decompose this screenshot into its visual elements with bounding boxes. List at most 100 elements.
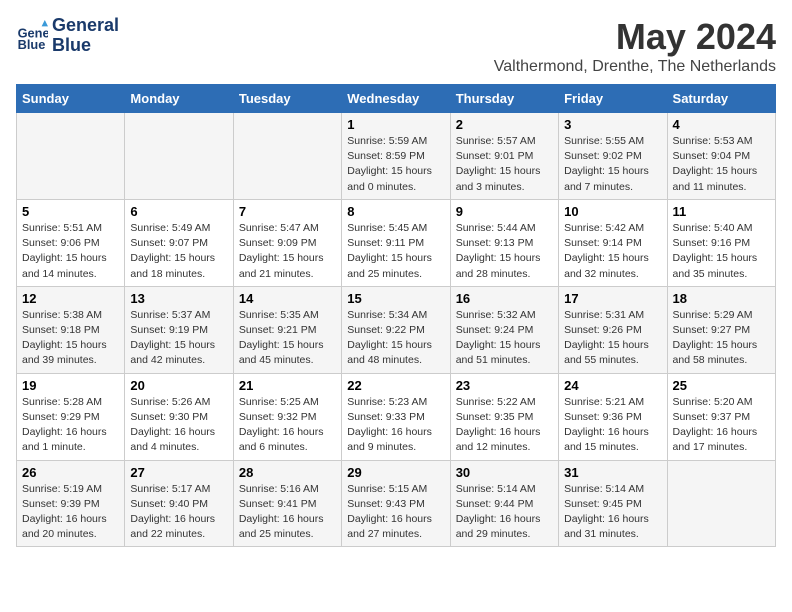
calendar-cell: 13 Sunrise: 5:37 AM Sunset: 9:19 PM Dayli… bbox=[125, 286, 233, 373]
day-number: 6 bbox=[130, 204, 227, 219]
day-info: Sunrise: 5:28 AM Sunset: 9:29 PM Dayligh… bbox=[22, 395, 119, 456]
calendar-cell: 10 Sunrise: 5:42 AM Sunset: 9:14 PM Dayli… bbox=[559, 199, 667, 286]
calendar-cell: 16 Sunrise: 5:32 AM Sunset: 9:24 PM Dayli… bbox=[450, 286, 558, 373]
day-number: 31 bbox=[564, 465, 661, 480]
calendar-cell: 30 Sunrise: 5:14 AM Sunset: 9:44 PM Dayli… bbox=[450, 460, 558, 547]
day-number: 30 bbox=[456, 465, 553, 480]
calendar-cell: 27Sunrise: 5:17 AM Sunset: 9:40 PM Dayli… bbox=[125, 460, 233, 547]
day-number: 9 bbox=[456, 204, 553, 219]
day-info: Sunrise: 5:34 AM Sunset: 9:22 PM Dayligh… bbox=[347, 308, 444, 369]
calendar-cell: 23Sunrise: 5:22 AM Sunset: 9:35 PM Dayli… bbox=[450, 373, 558, 460]
calendar-cell: 2Sunrise: 5:57 AM Sunset: 9:01 PM Daylig… bbox=[450, 113, 558, 200]
day-number: 10 bbox=[564, 204, 661, 219]
day-number: 14 bbox=[239, 291, 336, 306]
day-info: Sunrise: 5:35 AM Sunset: 9:21 PM Dayligh… bbox=[239, 308, 336, 369]
calendar-cell: 31 Sunrise: 5:14 AM Sunset: 9:45 PM Dayli… bbox=[559, 460, 667, 547]
calendar-cell: 4Sunrise: 5:53 AM Sunset: 9:04 PM Daylig… bbox=[667, 113, 775, 200]
day-info: Sunrise: 5:47 AM Sunset: 9:09 PM Dayligh… bbox=[239, 221, 336, 282]
calendar-cell: 14 Sunrise: 5:35 AM Sunset: 9:21 PM Dayli… bbox=[233, 286, 341, 373]
day-info: Sunrise: 5:20 AM Sunset: 9:37 PM Dayligh… bbox=[673, 395, 770, 456]
day-info: Sunrise: 5:16 AM Sunset: 9:41 PM Dayligh… bbox=[239, 482, 336, 543]
day-number: 24 bbox=[564, 378, 661, 393]
logo-text: General Blue bbox=[52, 16, 119, 56]
day-info: Sunrise: 5:38 AM Sunset: 9:18 PM Dayligh… bbox=[22, 308, 119, 369]
day-number: 28 bbox=[239, 465, 336, 480]
day-info: Sunrise: 5:59 AM Sunset: 8:59 PM Dayligh… bbox=[347, 134, 444, 195]
calendar-cell bbox=[667, 460, 775, 547]
day-number: 29 bbox=[347, 465, 444, 480]
day-info: Sunrise: 5:19 AM Sunset: 9:39 PM Dayligh… bbox=[22, 482, 119, 543]
day-number: 17 bbox=[564, 291, 661, 306]
day-number: 20 bbox=[130, 378, 227, 393]
weekday-header: Sunday bbox=[17, 85, 125, 113]
calendar-cell: 17 Sunrise: 5:31 AM Sunset: 9:26 PM Dayli… bbox=[559, 286, 667, 373]
day-info: Sunrise: 5:51 AM Sunset: 9:06 PM Dayligh… bbox=[22, 221, 119, 282]
weekday-header: Saturday bbox=[667, 85, 775, 113]
day-number: 11 bbox=[673, 204, 770, 219]
calendar-cell: 15 Sunrise: 5:34 AM Sunset: 9:22 PM Dayli… bbox=[342, 286, 450, 373]
calendar-cell bbox=[17, 113, 125, 200]
weekday-header: Monday bbox=[125, 85, 233, 113]
month-title: May 2024 bbox=[494, 16, 776, 58]
calendar-week-row: 5 Sunrise: 5:51 AM Sunset: 9:06 PM Daylig… bbox=[17, 199, 776, 286]
day-info: Sunrise: 5:29 AM Sunset: 9:27 PM Dayligh… bbox=[673, 308, 770, 369]
day-number: 8 bbox=[347, 204, 444, 219]
day-number: 1 bbox=[347, 117, 444, 132]
day-info: Sunrise: 5:53 AM Sunset: 9:04 PM Dayligh… bbox=[673, 134, 770, 195]
svg-text:Blue: Blue bbox=[18, 37, 46, 52]
weekday-header: Thursday bbox=[450, 85, 558, 113]
logo-icon: General Blue bbox=[16, 20, 48, 52]
calendar-cell: 18 Sunrise: 5:29 AM Sunset: 9:27 PM Dayli… bbox=[667, 286, 775, 373]
title-block: May 2024 Valthermond, Drenthe, The Nethe… bbox=[494, 16, 776, 76]
calendar-cell: 28 Sunrise: 5:16 AM Sunset: 9:41 PM Dayli… bbox=[233, 460, 341, 547]
calendar-cell: 20 Sunrise: 5:26 AM Sunset: 9:30 PM Dayli… bbox=[125, 373, 233, 460]
day-info: Sunrise: 5:49 AM Sunset: 9:07 PM Dayligh… bbox=[130, 221, 227, 282]
calendar-cell: 9Sunrise: 5:44 AM Sunset: 9:13 PM Daylig… bbox=[450, 199, 558, 286]
day-info: Sunrise: 5:26 AM Sunset: 9:30 PM Dayligh… bbox=[130, 395, 227, 456]
day-number: 7 bbox=[239, 204, 336, 219]
day-info: Sunrise: 5:15 AM Sunset: 9:43 PM Dayligh… bbox=[347, 482, 444, 543]
day-info: Sunrise: 5:37 AM Sunset: 9:19 PM Dayligh… bbox=[130, 308, 227, 369]
day-info: Sunrise: 5:23 AM Sunset: 9:33 PM Dayligh… bbox=[347, 395, 444, 456]
day-info: Sunrise: 5:17 AM Sunset: 9:40 PM Dayligh… bbox=[130, 482, 227, 543]
day-number: 22 bbox=[347, 378, 444, 393]
day-number: 26 bbox=[22, 465, 119, 480]
day-info: Sunrise: 5:55 AM Sunset: 9:02 PM Dayligh… bbox=[564, 134, 661, 195]
day-info: Sunrise: 5:31 AM Sunset: 9:26 PM Dayligh… bbox=[564, 308, 661, 369]
day-number: 12 bbox=[22, 291, 119, 306]
calendar-cell: 26 Sunrise: 5:19 AM Sunset: 9:39 PM Dayli… bbox=[17, 460, 125, 547]
day-info: Sunrise: 5:42 AM Sunset: 9:14 PM Dayligh… bbox=[564, 221, 661, 282]
day-info: Sunrise: 5:14 AM Sunset: 9:45 PM Dayligh… bbox=[564, 482, 661, 543]
day-number: 21 bbox=[239, 378, 336, 393]
calendar-cell: 8 Sunrise: 5:45 AM Sunset: 9:11 PM Daylig… bbox=[342, 199, 450, 286]
calendar-cell bbox=[125, 113, 233, 200]
day-number: 5 bbox=[22, 204, 119, 219]
day-info: Sunrise: 5:25 AM Sunset: 9:32 PM Dayligh… bbox=[239, 395, 336, 456]
day-info: Sunrise: 5:22 AM Sunset: 9:35 PM Dayligh… bbox=[456, 395, 553, 456]
calendar-week-row: 1 Sunrise: 5:59 AM Sunset: 8:59 PM Daylig… bbox=[17, 113, 776, 200]
logo: General Blue General Blue bbox=[16, 16, 119, 56]
day-info: Sunrise: 5:45 AM Sunset: 9:11 PM Dayligh… bbox=[347, 221, 444, 282]
day-info: Sunrise: 5:32 AM Sunset: 9:24 PM Dayligh… bbox=[456, 308, 553, 369]
day-number: 18 bbox=[673, 291, 770, 306]
calendar-cell: 12 Sunrise: 5:38 AM Sunset: 9:18 PM Dayli… bbox=[17, 286, 125, 373]
calendar-cell: 19Sunrise: 5:28 AM Sunset: 9:29 PM Dayli… bbox=[17, 373, 125, 460]
calendar-week-row: 19Sunrise: 5:28 AM Sunset: 9:29 PM Dayli… bbox=[17, 373, 776, 460]
page-header: General Blue General Blue May 2024 Valth… bbox=[16, 16, 776, 76]
calendar-cell: 5 Sunrise: 5:51 AM Sunset: 9:06 PM Daylig… bbox=[17, 199, 125, 286]
calendar-week-row: 12 Sunrise: 5:38 AM Sunset: 9:18 PM Dayli… bbox=[17, 286, 776, 373]
calendar-cell: 11Sunrise: 5:40 AM Sunset: 9:16 PM Dayli… bbox=[667, 199, 775, 286]
calendar-cell: 3Sunrise: 5:55 AM Sunset: 9:02 PM Daylig… bbox=[559, 113, 667, 200]
day-number: 25 bbox=[673, 378, 770, 393]
calendar-cell: 22 Sunrise: 5:23 AM Sunset: 9:33 PM Dayli… bbox=[342, 373, 450, 460]
weekday-header-row: SundayMondayTuesdayWednesdayThursdayFrid… bbox=[17, 85, 776, 113]
day-info: Sunrise: 5:14 AM Sunset: 9:44 PM Dayligh… bbox=[456, 482, 553, 543]
calendar-cell: 21 Sunrise: 5:25 AM Sunset: 9:32 PM Dayli… bbox=[233, 373, 341, 460]
calendar-cell: 25 Sunrise: 5:20 AM Sunset: 9:37 PM Dayli… bbox=[667, 373, 775, 460]
day-number: 16 bbox=[456, 291, 553, 306]
day-number: 15 bbox=[347, 291, 444, 306]
day-info: Sunrise: 5:57 AM Sunset: 9:01 PM Dayligh… bbox=[456, 134, 553, 195]
day-number: 13 bbox=[130, 291, 227, 306]
calendar-week-row: 26 Sunrise: 5:19 AM Sunset: 9:39 PM Dayli… bbox=[17, 460, 776, 547]
calendar-cell bbox=[233, 113, 341, 200]
